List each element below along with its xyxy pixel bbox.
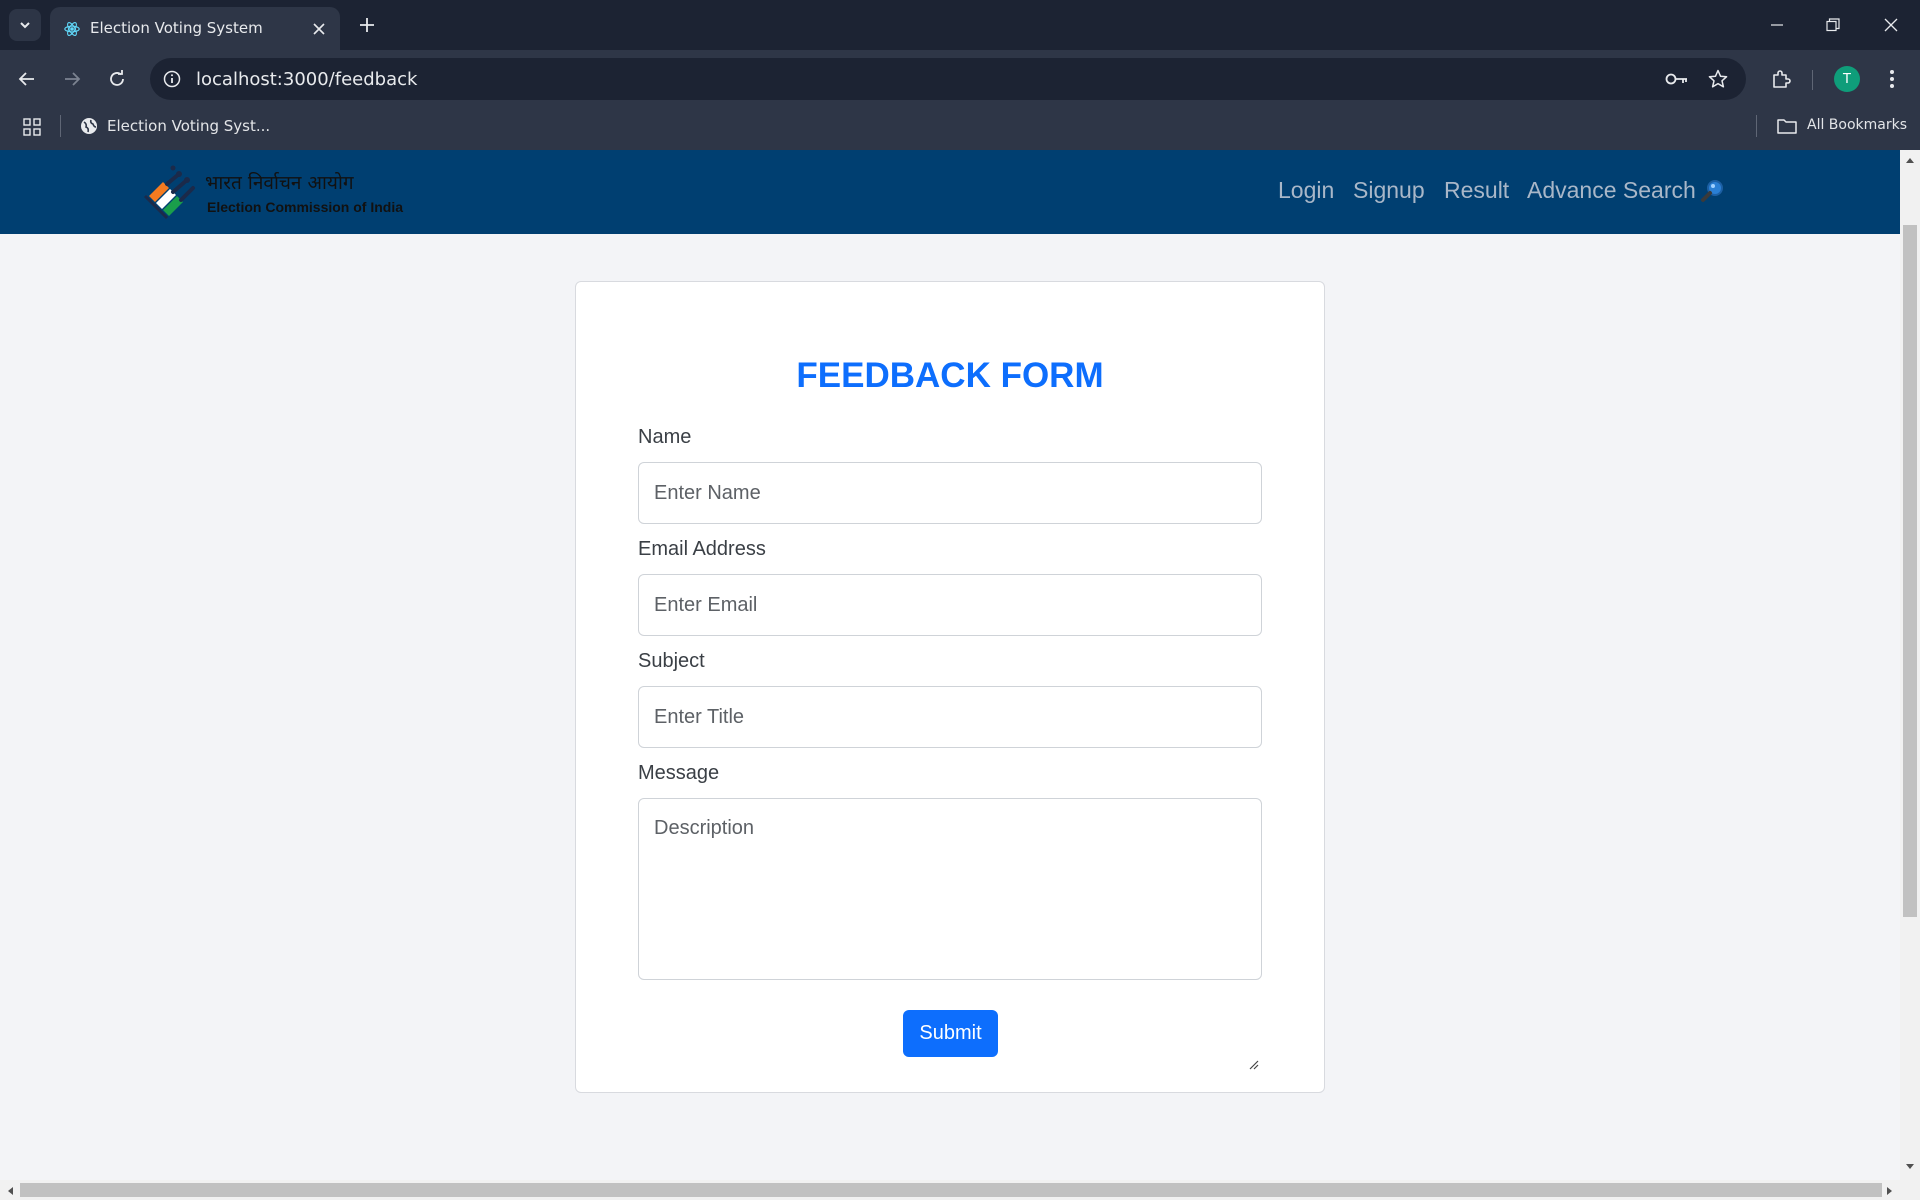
restore-icon: [1826, 18, 1840, 32]
password-key-button[interactable]: [1665, 67, 1689, 91]
extensions-button[interactable]: [1765, 63, 1797, 95]
info-icon: [163, 70, 181, 88]
bookmarks-separator: [60, 115, 61, 137]
bookmarks-bar: [0, 108, 1920, 150]
name-label: Name: [638, 426, 692, 448]
bookmark-election-voting[interactable]: Election Voting Syst...: [107, 117, 270, 135]
browser-tab[interactable]: Election Voting System: [50, 7, 340, 50]
more-vertical-icon: [1890, 70, 1894, 88]
submit-button[interactable]: Submit: [903, 1010, 998, 1057]
toolbar-separator: [1812, 70, 1813, 90]
profile-avatar[interactable]: T: [1834, 66, 1860, 92]
scrollbar-corner: [1900, 1180, 1920, 1200]
browser-tab-bar: Election Voting System: [0, 0, 1920, 50]
tab-title: Election Voting System: [90, 19, 263, 37]
react-icon: [64, 22, 80, 36]
form-title: FEEDBACK FORM: [796, 356, 1104, 395]
nav-signup-link[interactable]: Signup: [1353, 177, 1425, 204]
page-viewport: भारत निर्वाचन आयोग Election Commission o…: [0, 150, 1900, 1180]
browser-toolbar: localhost:3000/feedback: [0, 50, 1920, 108]
subject-input[interactable]: [638, 686, 1262, 748]
name-input[interactable]: [638, 462, 1262, 524]
arrow-left-icon: [18, 72, 34, 86]
feedback-card: FEEDBACK FORM Name Email Address Subject…: [575, 281, 1325, 1093]
star-icon: [1708, 69, 1728, 88]
new-tab-button[interactable]: [353, 11, 381, 39]
folder-icon: [1777, 119, 1797, 134]
all-bookmarks-button[interactable]: All Bookmarks: [1807, 117, 1907, 133]
minimize-button[interactable]: [1757, 10, 1797, 40]
address-bar[interactable]: localhost:3000/feedback: [150, 58, 1746, 100]
globe-icon: [81, 118, 97, 134]
scroll-left-arrow-icon[interactable]: [5, 1185, 15, 1197]
close-window-button[interactable]: [1871, 10, 1911, 40]
nav-login-link[interactable]: Login: [1278, 177, 1334, 204]
site-navbar: भारत निर्वाचन आयोग Election Commission o…: [0, 150, 1900, 234]
arrow-right-icon: [65, 72, 81, 86]
logo-english-text: Election Commission of India: [207, 199, 404, 215]
menu-button[interactable]: [1876, 63, 1908, 95]
apps-grid-icon[interactable]: [22, 117, 42, 137]
subject-label: Subject: [638, 650, 705, 672]
resize-grip-icon[interactable]: [1247, 1058, 1259, 1070]
close-icon: [313, 23, 325, 35]
message-label: Message: [638, 762, 720, 784]
vertical-scrollbar-thumb[interactable]: [1903, 225, 1917, 917]
chevron-down-icon: [20, 22, 30, 29]
message-textarea[interactable]: [638, 798, 1262, 980]
puzzle-icon: [1773, 70, 1791, 88]
scroll-down-arrow-icon[interactable]: [1904, 1162, 1916, 1172]
email-input[interactable]: [638, 574, 1262, 636]
minimize-icon: [1771, 24, 1783, 26]
nav-advance-search-link[interactable]: Advance Search: [1527, 177, 1696, 204]
reload-icon: [110, 70, 124, 86]
reload-button[interactable]: [101, 63, 133, 95]
plus-icon: [360, 18, 374, 32]
forward-button[interactable]: [56, 63, 88, 95]
key-icon: [1665, 73, 1687, 85]
url-text[interactable]: localhost:3000/feedback: [196, 69, 417, 90]
email-label: Email Address: [638, 538, 766, 560]
logo-hindi-text: भारत निर्वाचन आयोग: [205, 172, 354, 194]
tab-close-button[interactable]: [308, 18, 330, 40]
nav-result-link[interactable]: Result: [1444, 177, 1509, 204]
bookmark-star-button[interactable]: [1706, 67, 1730, 91]
horizontal-scrollbar-thumb[interactable]: [20, 1183, 1882, 1197]
magnifier-icon[interactable]: [1700, 178, 1726, 204]
eci-logo-icon[interactable]: [143, 162, 201, 220]
scroll-up-arrow-icon[interactable]: [1904, 155, 1916, 165]
scroll-right-arrow-icon[interactable]: [1885, 1185, 1895, 1197]
site-info-button[interactable]: [160, 67, 184, 91]
restore-button[interactable]: [1813, 10, 1853, 40]
back-button[interactable]: [11, 63, 43, 95]
tab-search-button[interactable]: [9, 9, 41, 41]
bookmarks-separator-right: [1756, 115, 1757, 137]
close-icon: [1884, 18, 1898, 32]
